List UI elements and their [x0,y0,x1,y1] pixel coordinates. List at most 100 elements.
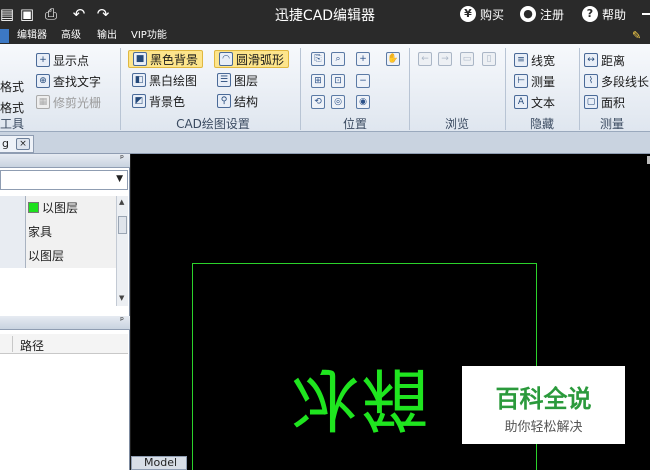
smooth-arc-label: 圆滑弧形 [236,52,285,67]
title-bar: ▤ ▣ ⎙ ↶ ↷ 迅捷CAD编辑器 ¥ 购买 ● 注册 ? 帮助 [0,0,650,28]
color-swatch [28,202,39,213]
buy-button[interactable]: ¥ 购买 [460,5,504,23]
trim-raster-button[interactable]: ▦ 修剪光栅 [36,93,101,111]
chevron-down-icon: ▼ [116,174,123,184]
pan-hand-icon[interactable]: ✋ [386,52,400,66]
trim-raster-label: 修剪光栅 [53,95,102,110]
scroll-up-icon[interactable]: ▲ [119,198,124,206]
scroll-thumb[interactable] [118,216,127,234]
back-arrow-icon[interactable]: ← [418,52,432,66]
format-label-1: 格式 [0,79,25,94]
open-icon[interactable]: ▤ [0,5,16,23]
watermark: 百科全说 助你轻松解决 [462,366,625,444]
ribbon-separator [300,48,301,130]
line-width-button[interactable]: ≡ 线宽 [514,51,555,69]
black-bg-icon: ■ [133,52,147,66]
line-width-label: 线宽 [531,53,556,68]
menu-advanced[interactable]: 高级 [58,29,84,43]
polyline-length-button[interactable]: ⌇ 多段线长 [584,72,649,90]
menu-editor[interactable]: 编辑器 [14,29,50,43]
pin-icon[interactable]: ᵖ [120,316,124,326]
redo-icon[interactable]: ↷ [94,5,112,23]
files-panel-header: ᵖ [0,316,130,330]
property-scrollbar[interactable]: ▲ ▼ [116,196,128,306]
forward-arrow-icon[interactable]: → [438,52,452,66]
menu-output[interactable]: 输出 [94,29,120,43]
zoom-real-icon[interactable]: ◎ [331,95,345,109]
save-icon[interactable]: ▣ [18,5,36,23]
entity-selector-dropdown[interactable]: ▼ [0,170,128,190]
watermark-title: 百科全说 [495,385,592,413]
raster-icon: ▦ [36,95,50,109]
pen-icon[interactable]: ✎ [632,29,641,42]
property-row[interactable]: 以图层 [0,244,116,268]
window-title: 迅捷CAD编辑器 [274,8,376,24]
smooth-arc-button[interactable]: ◠ 圆滑弧形 [214,50,290,68]
page-prev-icon[interactable]: ▯ [482,52,496,66]
zoom-previous-icon[interactable]: ◉ [356,95,370,109]
area-button[interactable]: ▢ 面积 [584,93,625,111]
extents-icon[interactable]: ⊡ [331,74,345,88]
format-button-1[interactable]: 格式 [0,77,24,95]
distance-label: 距离 [601,53,626,68]
property-name-cell [0,196,26,220]
path-column-header[interactable]: 路径 [20,337,44,354]
find-text-button[interactable]: ⊕ 查找文字 [36,72,101,90]
layers-button[interactable]: ☰ 图层 [217,71,258,89]
structure-button[interactable]: ⚲ 结构 [217,92,258,110]
measure-toggle-label: 测量 [531,74,556,89]
property-row[interactable]: 以图层 [0,196,116,220]
distance-button[interactable]: ↔ 距离 [584,51,625,69]
distance-icon: ↔ [584,53,598,67]
model-tab[interactable]: Model [131,456,187,470]
rotate-icon[interactable]: ⟲ [311,95,325,109]
polyline-length-label: 多段线长 [601,74,650,89]
text-toggle-button[interactable]: A 文本 [514,93,555,111]
zoom-window-icon[interactable]: ⌕ [331,52,345,66]
measure-toggle-button[interactable]: ⊢ 测量 [514,72,555,90]
column-divider[interactable] [12,336,13,352]
document-tab[interactable]: g × [0,135,34,153]
register-button[interactable]: ● 注册 [520,5,564,23]
help-button[interactable]: ? 帮助 [582,5,626,23]
ruler-icon: ⊢ [514,74,528,88]
layers-label: 图层 [234,73,259,88]
property-row[interactable]: 家具 [0,220,116,244]
properties-panel: ᵖ ▼ 以图层 家具 以图层 ▲ ▼ ᵖ 路径 [0,154,130,470]
pin-icon[interactable]: ᵖ [120,154,124,164]
find-icon: ⊕ [36,74,50,88]
property-value-cell[interactable]: 以图层 [26,244,116,268]
print-icon[interactable]: ⎙ [42,5,60,23]
close-icon[interactable]: × [16,138,30,150]
background-color-button[interactable]: ◩ 背景色 [132,92,185,110]
user-icon: ● [520,6,536,22]
property-value-cell[interactable]: 以图层 [26,196,116,220]
color-icon: ◩ [132,94,146,108]
properties-panel-header: ᵖ [0,154,130,168]
format-button-2[interactable]: 格式 [0,98,24,116]
undo-icon[interactable]: ↶ [70,5,88,23]
find-text-label: 查找文字 [53,74,102,89]
watermark-subtitle: 助你轻松解决 [504,420,583,435]
minimize-icon[interactable] [642,13,650,15]
zoom-out-icon[interactable]: − [356,74,370,88]
show-points-button[interactable]: + 显示点 [36,51,89,69]
menu-vip[interactable]: VIP功能 [128,29,170,43]
show-points-label: 显示点 [53,53,90,68]
bw-drawing-button[interactable]: ◧ 黑白绘图 [132,71,197,89]
browse-group-label: 浏览 [444,117,469,131]
black-background-button[interactable]: ■ 黑色背景 [128,50,204,68]
scroll-down-icon[interactable]: ▼ [119,294,124,302]
fit-icon[interactable]: ⊞ [311,74,325,88]
copy-icon[interactable]: ⎘ [311,52,325,66]
bw-label: 黑白绘图 [149,73,198,88]
menu-bar: 编辑器 高级 输出 VIP功能 ✎ [0,28,650,44]
measure-group-label: 测量 [600,117,625,131]
zoom-in-icon[interactable]: + [356,52,370,66]
position-group-label: 位置 [342,117,367,131]
page-icon[interactable]: ▭ [460,52,474,66]
document-tab-label: g [2,137,9,150]
property-value-cell[interactable]: 家具 [26,220,116,244]
color-value: 以图层 [42,201,79,215]
help-icon: ? [582,6,598,22]
